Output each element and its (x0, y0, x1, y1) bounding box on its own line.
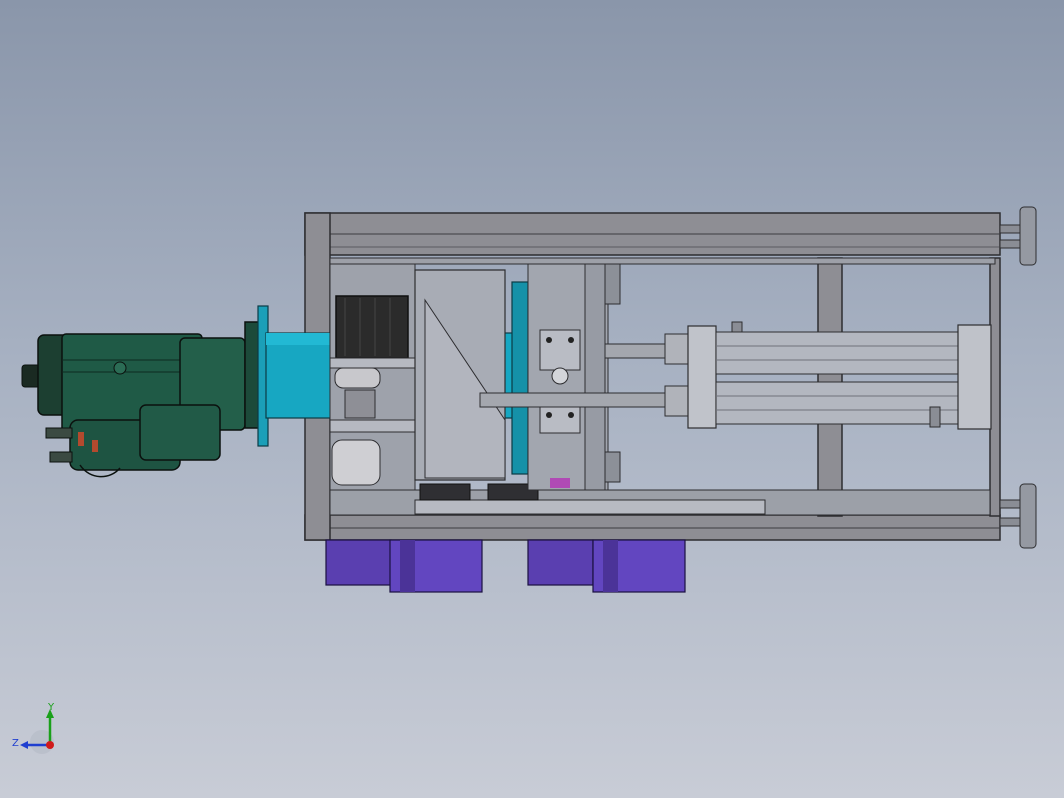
frame-inner-rail (329, 257, 996, 265)
orientation-triad[interactable]: Y Z (12, 702, 55, 754)
cad-viewport[interactable]: Y Z (0, 0, 1064, 798)
leveling-feet (999, 206, 1037, 549)
assembly-model[interactable]: Y Z (0, 0, 1064, 798)
drive-motor (21, 321, 264, 478)
z-axis-label: Z (12, 738, 19, 749)
origin-point (46, 741, 54, 749)
drive-wheels (325, 539, 686, 593)
carriage-mechanism (329, 263, 621, 501)
stepper-motor (335, 295, 409, 359)
y-axis-label: Y (47, 702, 55, 713)
